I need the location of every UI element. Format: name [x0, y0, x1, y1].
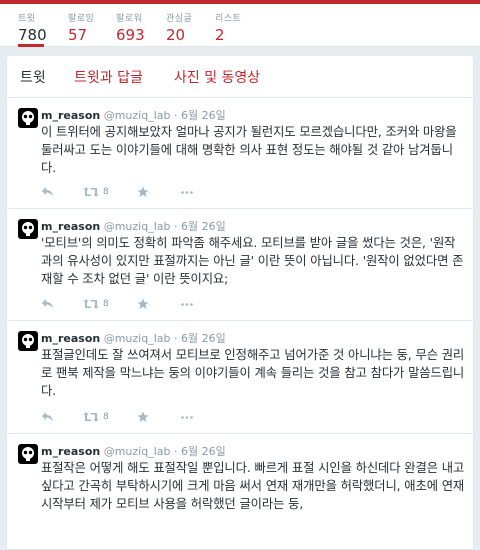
- stat-value: 2: [215, 26, 225, 44]
- more-icon[interactable]: [181, 416, 193, 419]
- tweet-author-name[interactable]: m_reason: [41, 332, 100, 345]
- tweet-item[interactable]: m_reason @muziq_lab · 6월 26일 표절글인데도 잘 쓰여…: [7, 321, 473, 434]
- retweet-icon[interactable]: [83, 186, 99, 198]
- tweet-text: 표절글인데도 잘 쓰여져서 모티브로 인정해주고 넘어가준 것 아니냐는 둥, …: [41, 348, 465, 398]
- reply-icon[interactable]: [41, 298, 54, 310]
- tweet-header: m_reason @muziq_lab · 6월 26일: [41, 443, 226, 459]
- stat-favorites[interactable]: 관심글 20: [166, 4, 196, 47]
- tweet-author-handle[interactable]: @muziq_lab: [104, 332, 171, 345]
- stat-label: 트윗: [18, 14, 36, 24]
- tab-tweets-and-replies[interactable]: 트윗과 답글: [74, 67, 143, 87]
- tweet-author-name[interactable]: m_reason: [41, 445, 100, 458]
- tweet-timestamp[interactable]: · 6월 26일: [174, 445, 226, 458]
- tweet-text: '모티브'의 의미도 정확히 파악좀 해주세요. 모티브를 받아 글을 썼다는 …: [41, 236, 464, 286]
- tweet-item[interactable]: m_reason @muziq_lab · 6월 26일 표절작은 어떻게 해도…: [7, 434, 473, 549]
- retweet-count: 8: [103, 412, 109, 422]
- stat-following[interactable]: 팔로잉 57: [68, 4, 98, 47]
- tab-photos-videos[interactable]: 사진 및 동영상: [174, 67, 260, 87]
- stat-label: 팔로워: [116, 14, 143, 24]
- stat-tweets[interactable]: 트윗 780: [18, 4, 47, 47]
- stat-followers[interactable]: 팔로워 693: [116, 4, 146, 47]
- timeline-tabs: 트윗 트윗과 답글 사진 및 동영상: [7, 56, 473, 98]
- profile-stats-nav: 트윗 780 팔로잉 57 팔로워 693 관심글 20 리스트 2: [0, 4, 480, 47]
- tweet-author-handle[interactable]: @muziq_lab: [104, 220, 171, 233]
- favorite-icon[interactable]: [137, 411, 149, 423]
- avatar[interactable]: [18, 108, 38, 128]
- tweet-timestamp[interactable]: · 6월 26일: [174, 332, 226, 345]
- timeline: 트윗 트윗과 답글 사진 및 동영상 m_reason @muziq_lab ·…: [6, 55, 474, 550]
- stat-label: 관심글: [166, 14, 193, 24]
- tweet-item[interactable]: m_reason @muziq_lab · 6월 26일 '모티브'의 의미도 …: [7, 209, 473, 321]
- tweet-author-name[interactable]: m_reason: [41, 220, 100, 233]
- tweet-header: m_reason @muziq_lab · 6월 26일: [41, 330, 226, 346]
- tweet-header: m_reason @muziq_lab · 6월 26일: [41, 218, 226, 234]
- retweet-count: 8: [103, 187, 109, 197]
- tab-tweets[interactable]: 트윗: [20, 67, 46, 87]
- reply-icon[interactable]: [41, 186, 54, 198]
- tweet-header: m_reason @muziq_lab · 6월 26일: [41, 107, 226, 123]
- tweet-author-handle[interactable]: @muziq_lab: [104, 109, 171, 122]
- more-icon[interactable]: [181, 303, 193, 306]
- favorite-icon[interactable]: [137, 298, 149, 310]
- more-icon[interactable]: [181, 191, 193, 194]
- stat-value: 693: [116, 26, 145, 44]
- tweet-text: 표절작은 어떻게 해도 표절작일 뿐입니다. 빠르게 표절 시인을 하신데다 완…: [41, 461, 465, 511]
- stat-lists[interactable]: 리스트 2: [215, 4, 245, 47]
- avatar[interactable]: [18, 331, 38, 351]
- retweet-icon[interactable]: [83, 298, 99, 310]
- reply-icon[interactable]: [41, 411, 54, 423]
- stat-value: 20: [166, 26, 186, 44]
- stat-label: 팔로잉: [68, 14, 95, 24]
- tweet-timestamp[interactable]: · 6월 26일: [174, 109, 226, 122]
- stat-value: 780: [18, 26, 47, 44]
- tweet-text: 이 트위터에 공지해보았자 얼마나 공지가 될런지도 모르겠습니다만, 조커와 …: [41, 125, 457, 175]
- tweet-item[interactable]: m_reason @muziq_lab · 6월 26일 이 트위터에 공지해보…: [7, 98, 473, 209]
- favorite-icon[interactable]: [137, 186, 149, 198]
- tweet-author-handle[interactable]: @muziq_lab: [104, 445, 171, 458]
- stat-label: 리스트: [215, 14, 242, 24]
- stat-value: 57: [68, 26, 88, 44]
- avatar[interactable]: [18, 219, 38, 239]
- avatar[interactable]: [18, 444, 38, 464]
- tweet-author-name[interactable]: m_reason: [41, 109, 100, 122]
- retweet-icon[interactable]: [83, 411, 99, 423]
- tweet-timestamp[interactable]: · 6월 26일: [174, 220, 226, 233]
- retweet-count: 8: [103, 299, 109, 309]
